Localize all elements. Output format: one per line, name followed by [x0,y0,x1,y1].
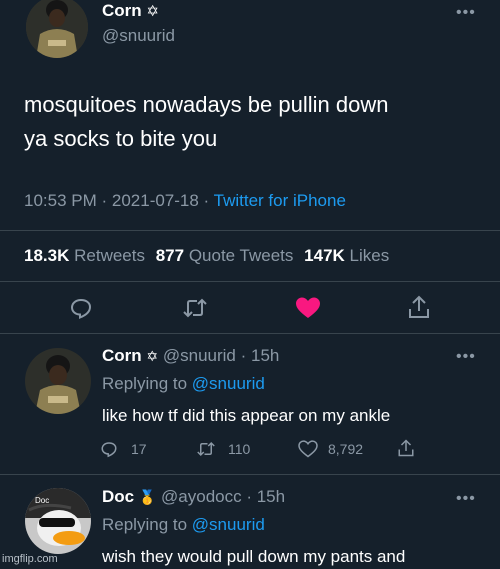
reply-count: 17 [131,441,147,457]
quote-tweets-stat[interactable]: 877 Quote Tweets [156,246,294,265]
reply-text: like how tf did this appear on my ankle [102,406,391,425]
divider [0,474,500,475]
more-options-icon[interactable]: ••• [456,490,476,508]
author-name[interactable]: Corn [102,346,142,365]
tweet-source-link[interactable]: Twitter for iPhone [214,191,346,210]
avatar[interactable] [26,0,88,58]
more-options-icon[interactable]: ••• [456,4,476,22]
reply-icon [101,442,117,458]
author-handle[interactable]: @ayodocc · 15h [161,487,285,506]
reply-header: Corn ✡ @snuurid · 15h [102,346,279,366]
reply-button[interactable]: 17 [100,440,147,458]
heart-outline-icon [298,440,318,458]
retweet-count: 110 [228,441,251,457]
medal-icon: 🥇 [138,489,157,505]
timestamp-text[interactable]: 10:53 PM · 2021-07-18 · [24,191,214,210]
reply-icon [70,298,92,319]
replying-to-link[interactable]: @snuurid [192,515,265,534]
author-handle[interactable]: @snuurid [102,26,175,46]
avatar[interactable]: Doc [25,488,91,554]
like-button[interactable] [295,296,321,320]
engagement-stats: 18.3K Retweets 877 Quote Tweets 147K Lik… [24,246,389,266]
replying-to: Replying to @snuurid [102,374,265,393]
retweet-button[interactable] [182,296,208,320]
like-button[interactable]: 8,792 [298,440,363,458]
retweets-stat[interactable]: 18.3K Retweets [24,246,145,265]
likes-stat[interactable]: 147K Likes [304,246,389,265]
share-button[interactable] [397,438,415,458]
retweet-icon [197,441,215,457]
avatar[interactable] [25,348,91,414]
author-handle[interactable]: @snuurid · 15h [163,346,280,365]
author-badge-icon: ✡ [146,3,159,20]
replying-to: Replying to @snuurid [102,515,265,534]
like-count: 8,792 [328,441,364,457]
avatar-image [26,0,88,58]
watermark: imgflip.com [2,553,58,565]
divider [0,333,500,334]
divider [0,281,500,282]
avatar-image [25,348,91,414]
divider [0,230,500,231]
share-icon [398,439,414,457]
more-options-icon[interactable]: ••• [456,348,476,366]
retweet-button[interactable]: 110 [196,440,250,458]
replying-to-link[interactable]: @snuurid [192,374,265,393]
share-button[interactable] [407,294,431,320]
reply-header: Doc 🥇 @ayodocc · 15h [102,487,285,507]
heart-icon [296,297,320,318]
author-name[interactable]: Corn ✡ [102,1,159,21]
author-badge-icon: ✡ [146,348,159,364]
tweet-text: mosquitoes nowadays be pullin down ya so… [24,92,389,151]
tweet-timestamp: 10:53 PM · 2021-07-18 · Twitter for iPho… [24,191,346,211]
author-name[interactable]: Doc [102,487,134,506]
avatar-caption: Doc [35,496,50,505]
share-icon [409,295,429,318]
retweet-icon [183,298,207,318]
reply-text: wish they would pull down my pants and [102,547,406,566]
reply-button[interactable] [69,296,93,320]
